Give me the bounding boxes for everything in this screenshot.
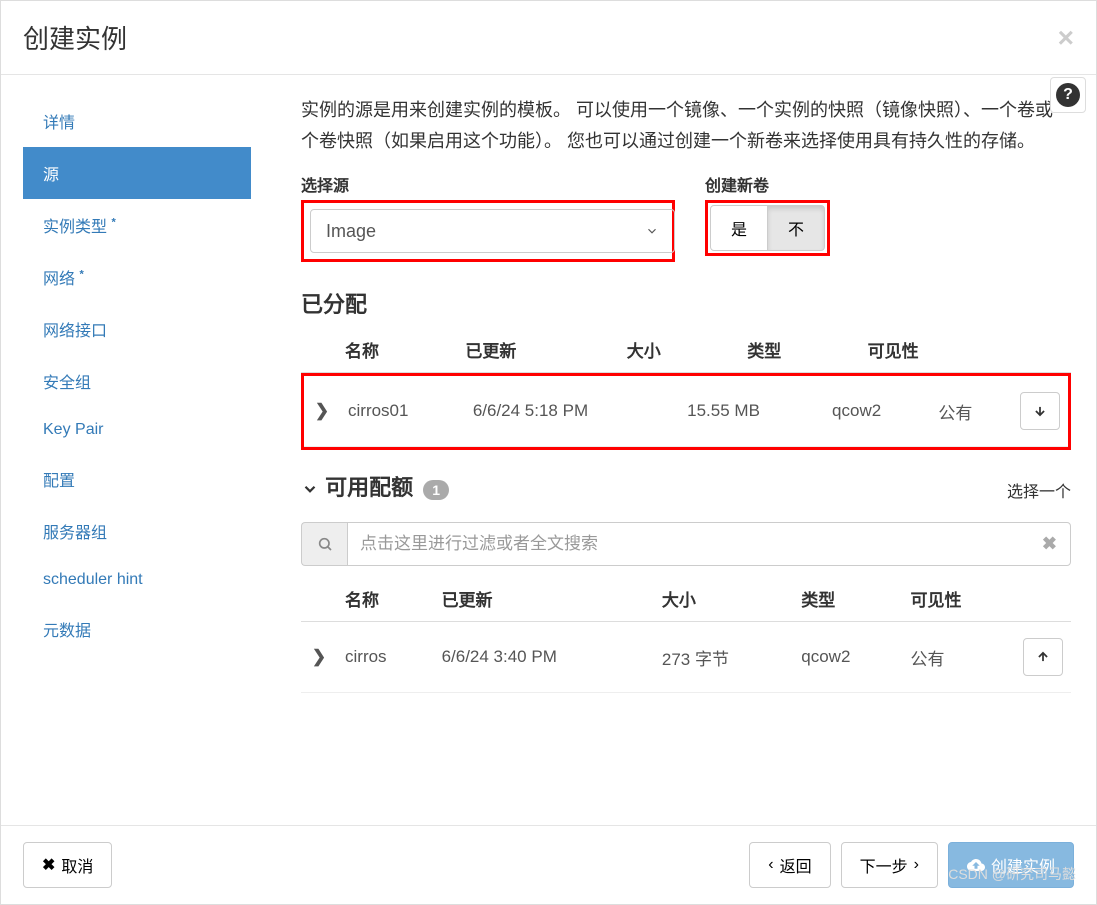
create-volume-label: 创建新卷 [705,172,830,196]
nav-config[interactable]: 配置 [23,453,251,505]
table-row: ❯ cirros01 6/6/24 5:18 PM 15.55 MB qcow2… [304,376,1068,447]
help-icon: ? [1056,83,1080,107]
select-source-dropdown[interactable]: Image [310,209,675,253]
help-button[interactable]: ? [1050,77,1086,113]
col-visibility: 可见性 [903,576,1015,622]
cell-size: 273 字节 [654,622,793,693]
footer-right: ‹ 返回 下一步 › 创建实例 [749,842,1074,888]
nav-source[interactable]: 源 [23,147,251,199]
search-input[interactable] [347,522,1071,566]
source-description: 实例的源是用来创建实例的模板。 可以使用一个镜像、一个实例的快照（镜像快照）、一… [301,95,1071,156]
available-table: 名称 已更新 大小 类型 可见性 ❯ cirros 6/6/24 3:40 PM… [301,576,1071,693]
col-size: 大小 [654,576,793,622]
cell-type: qcow2 [793,622,902,693]
modal-header: 创建实例 × [1,1,1096,75]
cloud-upload-icon [967,856,985,874]
create-volume-toggle: 是 不 [710,205,825,251]
nav-metadata[interactable]: 元数据 [23,603,251,655]
available-heading[interactable]: 可用配额 1 [301,470,449,502]
chevron-down-icon [645,224,659,238]
col-name: 名称 [337,327,457,373]
cell-updated: 6/6/24 3:40 PM [434,622,654,693]
allocated-header-table: 名称 已更新 大小 类型 可见性 [301,327,1071,373]
expand-row-icon[interactable]: ❯ [301,622,337,693]
col-size: 大小 [619,327,739,373]
close-icon: ✖ [42,855,55,875]
allocated-table: ❯ cirros01 6/6/24 5:18 PM 15.55 MB qcow2… [304,376,1068,447]
col-name: 名称 [337,576,434,622]
modal-title: 创建实例 [23,19,127,56]
create-volume-group: 创建新卷 是 不 [705,172,830,262]
cell-name: cirros01 [340,376,465,447]
cancel-button[interactable]: ✖ 取消 [23,842,112,888]
nav-security-groups[interactable]: 安全组 [23,355,251,407]
select-source-value: Image [326,221,376,242]
col-type: 类型 [793,576,902,622]
col-type: 类型 [739,327,859,373]
create-volume-highlight: 是 不 [705,200,830,256]
modal-body: 详情 源 实例类型 * 网络 * 网络接口 安全组 Key Pair 配置 服务… [1,75,1096,825]
clear-search-icon[interactable]: ✖ [1042,534,1057,555]
nav-details[interactable]: 详情 [23,95,251,147]
volume-no-button[interactable]: 不 [767,205,825,251]
available-heading-row: 可用配额 1 选择一个 [301,470,1071,510]
modal-footer: ✖ 取消 ‹ 返回 下一步 › 创建实例 [1,825,1096,904]
cell-updated: 6/6/24 5:18 PM [465,376,679,447]
next-button[interactable]: 下一步 › [841,842,938,888]
allocate-button[interactable] [1023,638,1063,676]
nav-network-ports[interactable]: 网络接口 [23,303,251,355]
back-button[interactable]: ‹ 返回 [749,842,830,888]
close-icon[interactable]: × [1058,22,1074,54]
search-icon-box[interactable] [301,522,347,566]
chevron-down-icon [301,480,319,498]
cell-name: cirros [337,622,434,693]
col-visibility: 可见性 [860,327,1021,373]
allocated-heading: 已分配 [301,287,1071,319]
table-row: ❯ cirros 6/6/24 3:40 PM 273 字节 qcow2 公有 [301,622,1071,693]
cell-size: 15.55 MB [679,376,824,447]
create-instance-button[interactable]: 创建实例 [948,842,1074,888]
wizard-sidebar: 详情 源 实例类型 * 网络 * 网络接口 安全组 Key Pair 配置 服务… [1,75,251,825]
col-updated: 已更新 [457,327,618,373]
col-updated: 已更新 [434,576,654,622]
chevron-left-icon: ‹ [768,856,773,874]
create-instance-modal: 创建实例 × ? 详情 源 实例类型 * 网络 * 网络接口 安全组 Key P… [0,0,1097,905]
cell-type: qcow2 [824,376,930,447]
volume-yes-button[interactable]: 是 [710,205,768,251]
nav-server-groups[interactable]: 服务器组 [23,505,251,557]
search-wrap: ✖ [347,522,1071,566]
content-pane: 实例的源是用来创建实例的模板。 可以使用一个镜像、一个实例的快照（镜像快照）、一… [251,75,1096,825]
chevron-right-icon: › [914,856,919,874]
nav-flavor[interactable]: 实例类型 * [23,199,251,251]
cell-visibility: 公有 [903,622,1015,693]
deallocate-button[interactable] [1020,392,1060,430]
search-icon [317,536,333,552]
nav-scheduler-hint[interactable]: scheduler hint [23,557,251,603]
nav-network[interactable]: 网络 * [23,251,251,303]
arrow-down-icon [1033,404,1047,418]
search-row: ✖ [301,522,1071,566]
select-one-label: 选择一个 [1007,478,1071,502]
nav-keypair[interactable]: Key Pair [23,407,251,453]
available-count-badge: 1 [423,480,449,500]
required-icon: * [79,269,83,281]
select-source-highlight: Image [301,200,675,262]
expand-row-icon[interactable]: ❯ [304,376,340,447]
required-icon: * [111,217,115,229]
select-source-label: 选择源 [301,172,675,196]
source-form-row: 选择源 Image 创建新卷 是 不 [301,172,1071,262]
cell-visibility: 公有 [930,376,1012,447]
arrow-up-icon [1036,650,1050,664]
select-source-group: 选择源 Image [301,172,675,262]
allocated-row-highlight: ❯ cirros01 6/6/24 5:18 PM 15.55 MB qcow2… [301,373,1071,450]
